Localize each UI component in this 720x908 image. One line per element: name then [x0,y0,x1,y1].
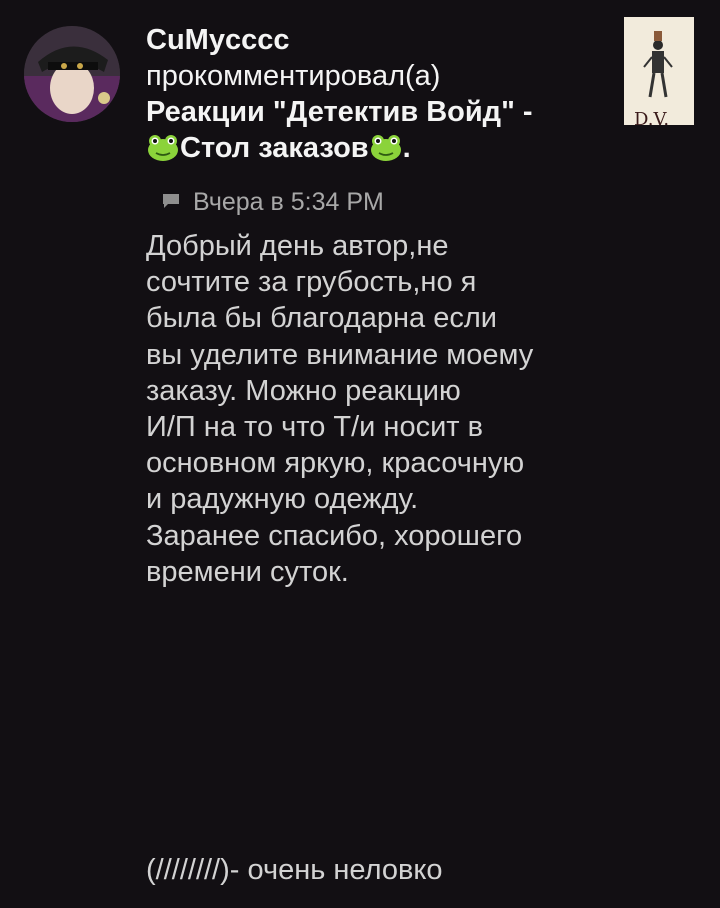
avatar-photo [24,26,120,122]
user-avatar[interactable] [24,26,120,122]
comment-body: Добрый день автор,не сочтите за грубость… [146,230,534,588]
username[interactable]: CuMycccc [146,22,586,58]
post-title-line2[interactable]: Стол заказов . [146,130,586,166]
frog-icon [146,132,180,162]
post-title-suffix: . [402,132,411,164]
notification-header: CuMycccc прокомментировал(а) Реакции "Де… [146,22,586,166]
post-thumbnail[interactable]: D.V. [624,17,694,125]
post-title[interactable]: Реакции "Детектив Войд" - [146,94,586,130]
thumbnail-image: D.V. [624,17,694,125]
comment-icon [161,188,181,217]
comment-meta: Вчера в 5:34 PM [161,188,384,217]
thumbnail-caption: D.V. [634,109,669,125]
action-text: прокомментировал(а) [146,60,441,92]
post-title-text: Стол заказов [180,132,369,164]
timestamp: Вчера в 5:34 PM [193,188,384,216]
caption-text: (////////)- очень неловко [146,854,443,886]
frog-icon [369,132,403,162]
